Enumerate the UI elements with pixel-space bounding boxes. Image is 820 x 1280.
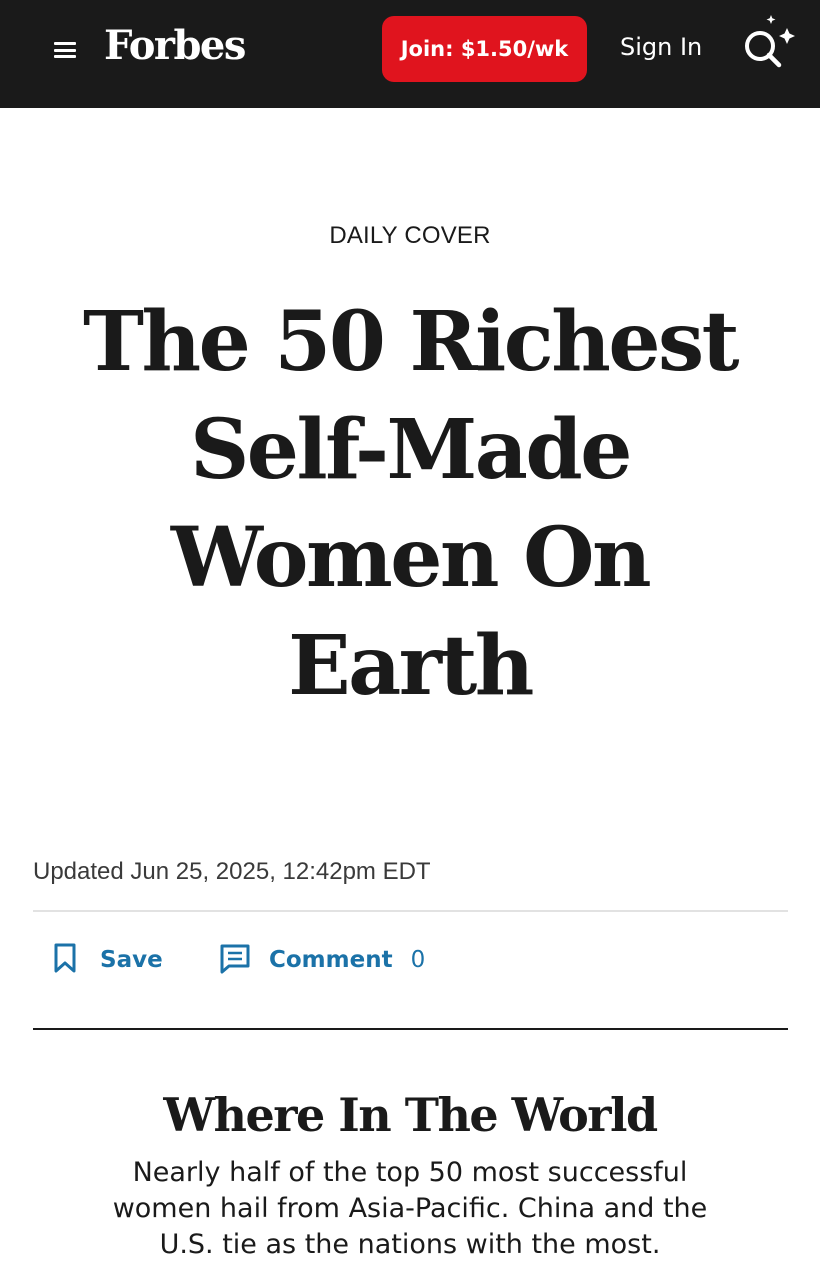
section-divider	[33, 1028, 788, 1030]
divider	[33, 910, 788, 912]
sign-in-link[interactable]: Sign In	[620, 33, 702, 61]
search-sparkle-icon[interactable]	[738, 12, 798, 72]
comment-count: 0	[410, 947, 426, 973]
save-label: Save	[100, 947, 163, 973]
join-subscription-button[interactable]: Join: $1.50/wk	[382, 16, 587, 82]
section-body: Nearly half of the top 50 most successfu…	[112, 1157, 708, 1260]
hamburger-menu-icon[interactable]	[54, 40, 78, 60]
comment-icon	[219, 942, 251, 979]
article-kicker: DAILY COVER	[329, 222, 491, 249]
top-navigation-bar: Forbes Join: $1.50/wk Sign In	[0, 0, 820, 108]
forbes-logo[interactable]: Forbes	[104, 22, 246, 69]
updated-timestamp: Updated Jun 25, 2025, 12:42pm EDT	[33, 858, 431, 885]
article-headline: The 50 Richest Self-Made Women On Earth	[82, 294, 740, 714]
comment-button[interactable]: Comment 0	[219, 940, 425, 980]
save-button[interactable]: Save	[52, 940, 163, 980]
bookmark-icon	[52, 942, 78, 979]
section-title: Where In The World	[163, 1088, 658, 1142]
comment-label: Comment	[269, 947, 393, 973]
